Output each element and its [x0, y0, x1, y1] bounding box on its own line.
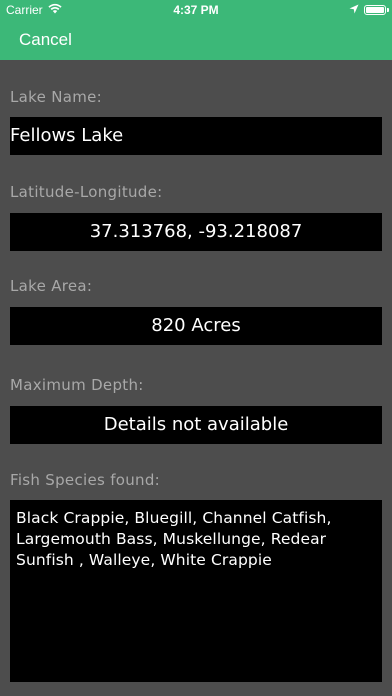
fish-species-field[interactable]: Black Crappie, Bluegill, Channel Catfish…: [10, 500, 382, 682]
max-depth-field[interactable]: Details not available: [10, 406, 382, 444]
latlong-label: Latitude-Longitude:: [10, 183, 163, 201]
cancel-button[interactable]: Cancel: [19, 30, 72, 50]
battery-icon: [364, 5, 389, 15]
status-time: 4:37 PM: [173, 3, 219, 17]
battery-level: [366, 7, 384, 13]
location-arrow-icon: [349, 3, 359, 17]
fish-species-label: Fish Species found:: [10, 471, 161, 489]
status-right: [349, 3, 389, 17]
latlong-field[interactable]: 37.313768, -93.218087: [10, 213, 382, 251]
header-bar: Carrier 4:37 PM Cancel: [0, 0, 392, 60]
lake-area-label: Lake Area:: [10, 277, 93, 295]
lake-area-field[interactable]: 820 Acres: [10, 307, 382, 345]
max-depth-label: Maximum Depth:: [10, 376, 144, 394]
status-bar: Carrier 4:37 PM: [0, 0, 392, 20]
lake-name-label: Lake Name:: [10, 88, 103, 106]
lake-name-field[interactable]: Fellows Lake: [10, 117, 382, 155]
